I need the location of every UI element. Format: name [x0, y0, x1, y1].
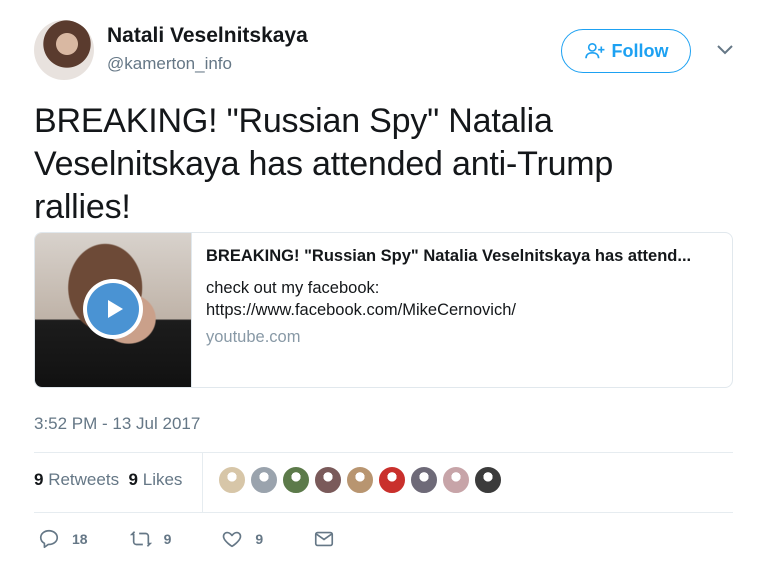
- divider: [34, 452, 733, 453]
- like-count: 9: [255, 531, 264, 547]
- envelope-icon: [315, 531, 334, 547]
- stats-divider: [202, 453, 203, 512]
- author-avatar[interactable]: [34, 20, 94, 80]
- retweets-count: 9: [34, 470, 44, 489]
- retweet-action[interactable]: 9: [129, 528, 172, 550]
- retweet-icon: [129, 531, 152, 547]
- tweet-stats: 9 Retweets 9 Likes: [34, 470, 182, 490]
- follow-label: Follow: [611, 40, 669, 61]
- message-action[interactable]: [313, 528, 335, 550]
- retweets-stat[interactable]: 9 Retweets: [34, 470, 119, 489]
- author-name[interactable]: Natali Veselnitskaya: [107, 24, 308, 48]
- author-handle[interactable]: @kamerton_info: [107, 54, 232, 74]
- tweet-timestamp[interactable]: 3:52 PM - 13 Jul 2017: [34, 414, 200, 434]
- liker-avatar[interactable]: [218, 466, 246, 494]
- card-title: BREAKING! "Russian Spy" Natalia Veselnit…: [206, 247, 692, 265]
- link-card[interactable]: BREAKING! "Russian Spy" Natalia Veselnit…: [34, 232, 733, 388]
- liker-avatar[interactable]: [442, 466, 470, 494]
- card-description-link: https://www.facebook.com/MikeCernovich/: [206, 301, 516, 319]
- likes-count: 9: [128, 470, 138, 489]
- follow-button[interactable]: Follow: [561, 29, 691, 73]
- liker-avatar[interactable]: [314, 466, 342, 494]
- card-domain: youtube.com: [206, 328, 301, 346]
- reply-action[interactable]: 18: [38, 528, 88, 550]
- liker-avatar[interactable]: [378, 466, 406, 494]
- liker-avatars: [218, 466, 502, 494]
- card-description: check out my facebook: https://www.faceb…: [206, 277, 691, 321]
- retweet-count: 9: [163, 531, 172, 547]
- video-thumbnail[interactable]: [35, 233, 192, 387]
- reply-icon: [39, 529, 59, 549]
- add-user-icon: [584, 42, 604, 59]
- play-button[interactable]: [83, 279, 143, 339]
- heart-icon: [223, 531, 242, 548]
- liker-avatar[interactable]: [250, 466, 278, 494]
- tweet-actions: 18 9 9: [38, 528, 335, 550]
- liker-avatar[interactable]: [474, 466, 502, 494]
- card-description-line: check out my facebook:: [206, 279, 380, 297]
- retweets-label: Retweets: [48, 470, 120, 489]
- like-action[interactable]: 9: [221, 528, 263, 550]
- chevron-down-icon[interactable]: [716, 44, 734, 56]
- tweet-text: BREAKING! "Russian Spy" Natalia Veselnit…: [34, 102, 614, 226]
- likes-label: Likes: [142, 470, 183, 489]
- reply-count: 18: [72, 531, 88, 547]
- liker-avatar[interactable]: [346, 466, 374, 494]
- liker-avatar[interactable]: [282, 466, 310, 494]
- liker-avatar[interactable]: [410, 466, 438, 494]
- likes-stat[interactable]: 9 Likes: [129, 470, 183, 489]
- divider: [34, 512, 733, 513]
- play-icon: [108, 300, 123, 318]
